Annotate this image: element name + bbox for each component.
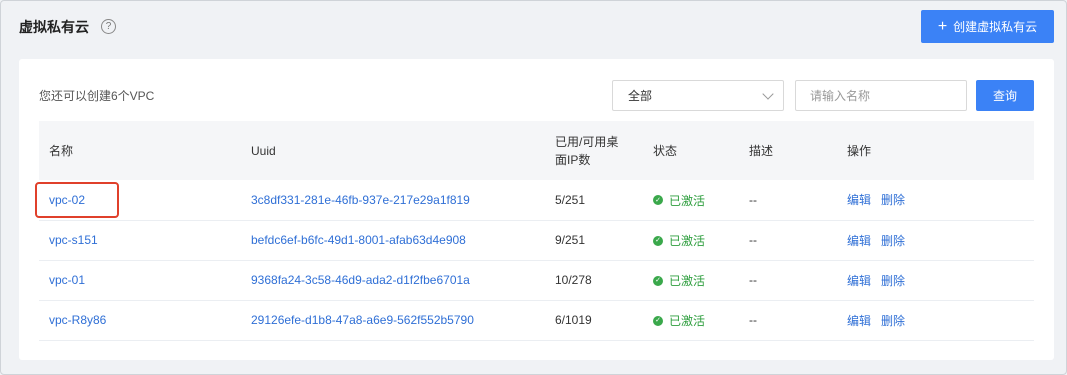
status-text: 已激活 xyxy=(669,274,706,288)
desktop-ip-count: 10/278 xyxy=(555,273,592,287)
question-circle-icon[interactable]: ? xyxy=(101,19,116,34)
status-badge: ✓ 已激活 xyxy=(653,312,705,329)
vpc-uuid-link[interactable]: 9368fa24-3c58-46d9-ada2-d1f2fbe6701a xyxy=(251,273,470,287)
desktop-ip-count: 6/1019 xyxy=(555,313,592,327)
status-badge: ✓ 已激活 xyxy=(653,272,705,289)
edit-link[interactable]: 编辑 xyxy=(847,314,871,328)
plus-icon: + xyxy=(937,17,948,35)
filter-group: 全部 查询 xyxy=(612,80,1034,111)
description: -- xyxy=(749,233,757,247)
status-badge: ✓ 已激活 xyxy=(653,232,705,249)
status-select-value: 全部 xyxy=(628,89,653,103)
quota-text: 您还可以创建6个VPC xyxy=(39,89,155,103)
description: -- xyxy=(749,273,757,287)
status-text: 已激活 xyxy=(669,193,706,208)
create-vpc-button[interactable]: + 创建虚拟私有云 xyxy=(921,10,1054,43)
edit-link[interactable]: 编辑 xyxy=(847,274,871,288)
vpc-table: 名称 Uuid 已用/可用桌面IP数 状态 描述 操作 vpc-02 3c8df… xyxy=(39,121,1034,341)
chevron-down-icon xyxy=(762,87,774,100)
delete-link[interactable]: 删除 xyxy=(881,274,905,288)
status-badge: ✓ 已激活 xyxy=(653,192,705,209)
status-select[interactable]: 全部 xyxy=(612,80,784,111)
table-row: vpc-s151 befdc6ef-b6fc-49d1-8001-afab63d… xyxy=(39,220,1034,260)
vpc-uuid-link[interactable]: 3c8df331-281e-46fb-937e-217e29a1f819 xyxy=(251,193,470,207)
check-circle-icon: ✓ xyxy=(653,235,663,246)
edit-link[interactable]: 编辑 xyxy=(847,234,871,248)
col-desktops: 已用/可用桌面IP数 xyxy=(555,134,619,167)
col-desc: 描述 xyxy=(749,143,774,158)
page-title: 虚拟私有云 xyxy=(19,18,89,35)
vpc-name-link[interactable]: vpc-02 xyxy=(49,193,85,207)
toolbar: 您还可以创建6个VPC 全部 查询 xyxy=(39,80,1034,111)
desktop-ip-count: 9/251 xyxy=(555,233,586,247)
col-status: 状态 xyxy=(653,143,678,158)
vpc-name-link[interactable]: vpc-R8y86 xyxy=(49,313,106,327)
col-actions: 操作 xyxy=(847,143,872,158)
description: -- xyxy=(749,313,757,327)
status-text: 已激活 xyxy=(669,314,706,328)
vpc-name-link[interactable]: vpc-01 xyxy=(49,273,85,287)
delete-link[interactable]: 删除 xyxy=(881,193,905,207)
create-vpc-label: 创建虚拟私有云 xyxy=(953,20,1038,34)
vpc-uuid-link[interactable]: befdc6ef-b6fc-49d1-8001-afab63d4e908 xyxy=(251,233,466,247)
table-row: vpc-02 3c8df331-281e-46fb-937e-217e29a1f… xyxy=(39,180,1034,220)
desktop-ip-count: 5/251 xyxy=(555,192,586,207)
vpc-uuid-link[interactable]: 29126efe-d1b8-47a8-a6e9-562f552b5790 xyxy=(251,313,474,327)
table-header-row: 名称 Uuid 已用/可用桌面IP数 状态 描述 操作 xyxy=(39,121,1034,180)
title-group: 虚拟私有云 ? xyxy=(19,17,116,37)
check-circle-icon: ✓ xyxy=(653,195,663,206)
col-uuid: Uuid xyxy=(251,143,276,158)
table-row: vpc-R8y86 29126efe-d1b8-47a8-a6e9-562f55… xyxy=(39,300,1034,340)
page-header: 虚拟私有云 ? + 创建虚拟私有云 xyxy=(19,10,1054,43)
delete-link[interactable]: 删除 xyxy=(881,234,905,248)
delete-link[interactable]: 删除 xyxy=(881,314,905,328)
search-input[interactable] xyxy=(795,80,967,111)
col-name: 名称 xyxy=(49,143,74,158)
vpc-card: 您还可以创建6个VPC 全部 查询 名称 Uuid 已用/可用桌面IP数 状态 … xyxy=(19,59,1054,360)
edit-link[interactable]: 编辑 xyxy=(847,193,871,207)
query-button[interactable]: 查询 xyxy=(976,80,1034,111)
description: -- xyxy=(749,192,757,207)
status-text: 已激活 xyxy=(669,234,706,248)
table-row: vpc-01 9368fa24-3c58-46d9-ada2-d1f2fbe67… xyxy=(39,260,1034,300)
check-circle-icon: ✓ xyxy=(653,275,663,286)
check-circle-icon: ✓ xyxy=(653,315,663,326)
vpc-name-link[interactable]: vpc-s151 xyxy=(49,233,98,247)
